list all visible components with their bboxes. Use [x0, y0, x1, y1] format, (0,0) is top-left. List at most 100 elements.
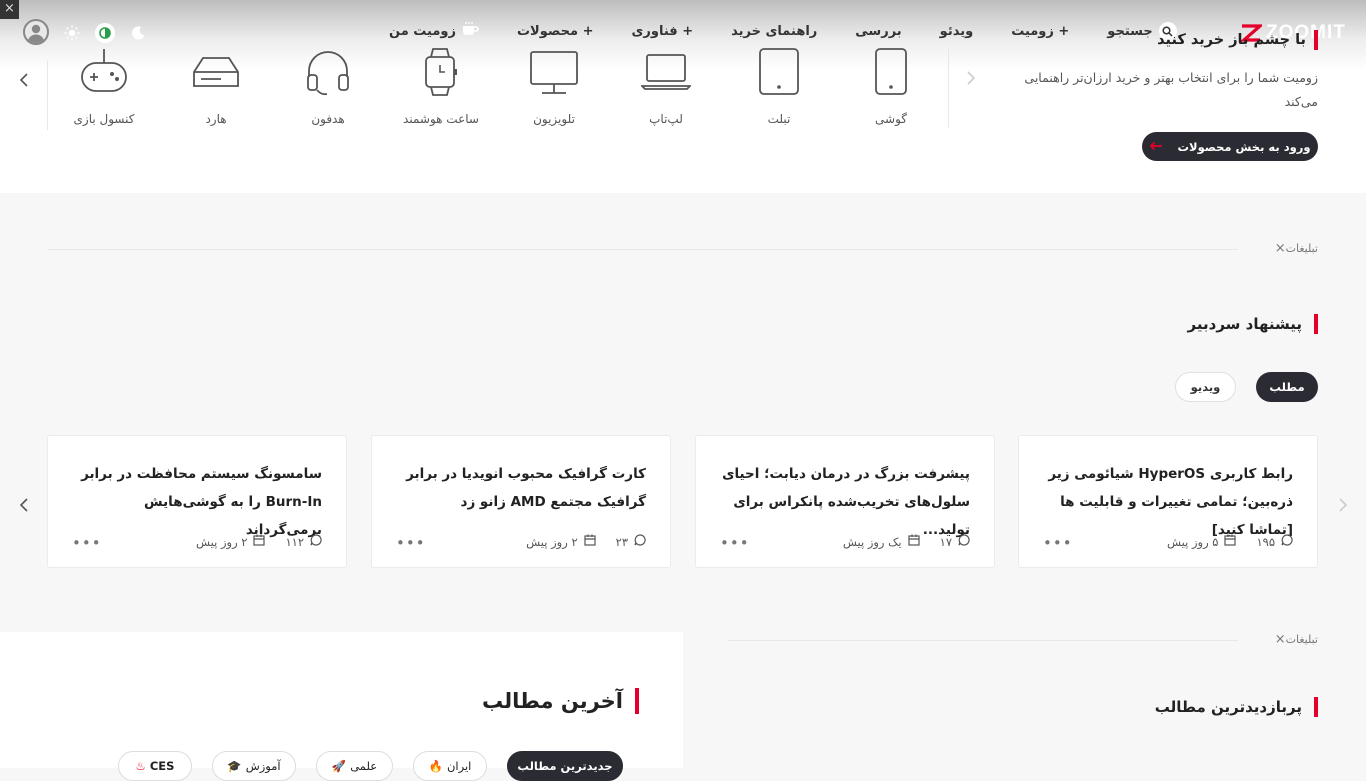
article-meta: ۱۱۲ ۲ روز پیش [196, 534, 322, 549]
tab-article[interactable]: مطلب [1256, 372, 1318, 402]
gamepad-icon [54, 46, 154, 98]
pill-iran[interactable]: ایران 🔥 [413, 751, 487, 781]
comment-count: ۲۳ [615, 534, 628, 549]
nav-video[interactable]: ویدئو [921, 24, 993, 39]
category-label: کنسول بازی [73, 112, 135, 126]
close-icon[interactable]: × [1275, 632, 1286, 647]
graduation-cap-icon: 🎓 [227, 759, 242, 773]
category-headphone[interactable]: هدفون [278, 46, 378, 126]
nav-products[interactable]: + محصولات [498, 24, 613, 39]
hard-drive-icon [166, 46, 266, 98]
chevron-left-icon[interactable] [19, 497, 29, 518]
ads-line [48, 249, 1238, 250]
category-phone[interactable]: گوشی [841, 46, 941, 126]
more-options-icon[interactable]: ••• [72, 534, 102, 552]
close-icon[interactable]: × [1275, 241, 1286, 256]
ads-label-row: تبلیغات × [1240, 631, 1318, 647]
nav-label: بررسی [855, 23, 902, 39]
article-card[interactable]: سامسونگ سیستم محافظت در برابر Burn-In را… [47, 435, 347, 568]
calendar-icon [908, 534, 920, 549]
category-smartwatch[interactable]: ساعت هوشمند [391, 46, 491, 126]
article-title[interactable]: پیشرفت بزرگ در درمان دیابت؛ احیای سلول‌ه… [720, 460, 970, 544]
nav-label: ویدئو [939, 23, 974, 39]
category-label: لپ‌تاپ [649, 112, 683, 126]
comment-count: ۱۹۵ [1256, 534, 1275, 549]
article-title[interactable]: سامسونگ سیستم محافظت در برابر Burn-In را… [72, 460, 322, 544]
close-button[interactable]: × [0, 0, 19, 19]
divider [47, 60, 48, 130]
more-options-icon[interactable]: ••• [1043, 534, 1073, 552]
nav-label: + محصولات [516, 23, 594, 39]
comment-icon [310, 534, 322, 549]
phone-icon [841, 46, 941, 98]
sun-icon[interactable] [62, 23, 82, 43]
ads-label: تبلیغات [1285, 632, 1318, 646]
category-tv[interactable]: تلویزیون [504, 46, 604, 126]
category-game-console[interactable]: کنسول بازی [54, 46, 154, 126]
product-finder-title: با چشم باز خرید کنید [1100, 30, 1318, 50]
category-label: هدفون [311, 112, 345, 126]
pill-label: علمی [350, 759, 378, 773]
category-label: هارد [205, 112, 227, 126]
calendar-icon [253, 534, 266, 549]
editor-pick-title: پیشنهاد سردبیر [1060, 314, 1318, 334]
enter-products-button[interactable]: ورود به بخش محصولات [1142, 132, 1318, 161]
main-nav: زومیت من + محصولات + فناوری راهنمای خرید… [370, 18, 1177, 44]
pill-label: ایران [446, 759, 472, 773]
tab-video[interactable]: ویدیو [1175, 372, 1236, 402]
article-date: ۲ روز پیش [195, 534, 248, 549]
title-accent-bar [1314, 314, 1318, 334]
article-date: ۲ روز پیش [526, 534, 578, 549]
ads-label: تبلیغات [1285, 241, 1318, 255]
more-options-icon[interactable]: ••• [720, 534, 750, 552]
article-card[interactable]: پیشرفت بزرگ در درمان دیابت؛ احیای سلول‌ه… [695, 435, 995, 568]
category-label: ساعت هوشمند [403, 112, 479, 126]
pill-ces[interactable]: ♨ CES [118, 751, 192, 781]
section-title-text: پربازدیدترین مطالب [1154, 698, 1302, 716]
coffee-cup-icon [461, 21, 479, 41]
category-label: گوشی [875, 112, 907, 126]
pill-tutorial[interactable]: آموزش 🎓 [212, 751, 296, 781]
article-card[interactable]: رابط کاربری HyperOS شیائومی زیر ذره‌بین؛… [1018, 435, 1318, 568]
most-viewed-title: پربازدیدترین مطالب [1060, 697, 1318, 717]
article-date: یک روز پیش [842, 534, 902, 549]
pill-science[interactable]: علمی 🚀 [316, 751, 393, 781]
nav-my-zoomit[interactable]: زومیت من [370, 21, 498, 41]
nav-review[interactable]: بررسی [836, 24, 920, 39]
nav-buying-guide[interactable]: راهنمای خرید [712, 24, 836, 39]
article-title[interactable]: رابط کاربری HyperOS شیائومی زیر ذره‌بین؛… [1043, 460, 1293, 544]
chevron-left-icon[interactable] [19, 72, 29, 93]
section-title-text: پیشنهاد سردبیر [1187, 315, 1302, 333]
button-label: ورود به بخش محصولات [1177, 139, 1311, 154]
nav-label: راهنمای خرید [731, 23, 818, 39]
ads-line [728, 640, 1238, 641]
category-laptop[interactable]: لپ‌تاپ [616, 46, 716, 126]
nav-zoomit[interactable]: + زومیت [992, 24, 1088, 39]
comment-icon [634, 534, 646, 549]
headphone-icon [278, 46, 378, 98]
auto-theme-icon[interactable] [95, 23, 115, 43]
pill-label: جدیدترین مطالب [517, 759, 613, 773]
nav-technology[interactable]: + فناوری [613, 24, 713, 39]
tv-icon [504, 46, 604, 98]
chevron-right-icon[interactable] [966, 70, 976, 91]
theme-switcher [62, 22, 148, 44]
chevron-right-icon[interactable] [1338, 497, 1348, 518]
hot-icon: ♨ [135, 759, 146, 773]
pill-label: CES [149, 759, 175, 773]
user-avatar-icon[interactable] [23, 19, 49, 45]
category-tablet[interactable]: تبلت [729, 46, 829, 126]
article-card[interactable]: کارت گرافیک محبوب انویدیا در برابر گرافی… [371, 435, 671, 568]
title-text: با چشم باز خرید کنید [1157, 32, 1306, 48]
moon-icon[interactable] [128, 23, 148, 43]
rocket-icon: 🚀 [331, 759, 347, 773]
more-options-icon[interactable]: ••• [396, 534, 426, 552]
category-label: تلویزیون [533, 112, 575, 126]
article-meta: ۲۳ ۲ روز پیش [526, 534, 646, 549]
category-hard-drive[interactable]: هارد [166, 46, 266, 126]
pill-label: آموزش [245, 759, 281, 773]
title-accent-bar [1314, 30, 1318, 50]
article-title[interactable]: کارت گرافیک محبوب انویدیا در برابر گرافی… [396, 460, 646, 516]
pill-latest[interactable]: جدیدترین مطالب [507, 751, 623, 781]
comment-icon [958, 534, 970, 549]
